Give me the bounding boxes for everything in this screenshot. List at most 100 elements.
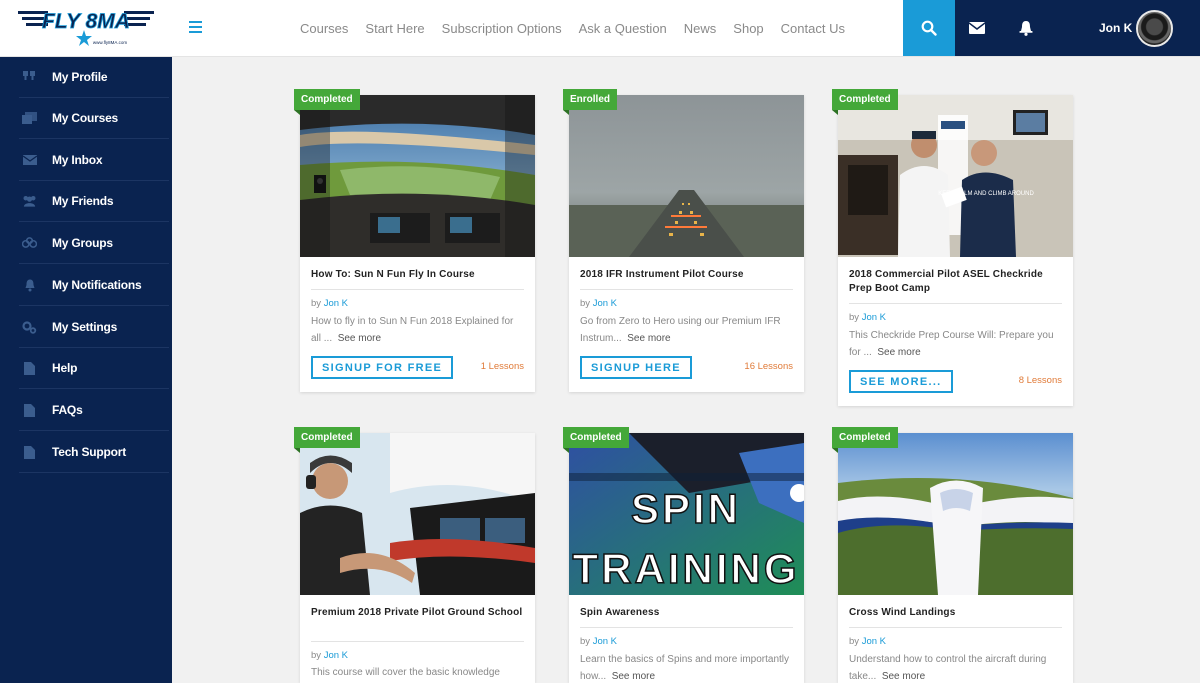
- sidebar-item-faqs[interactable]: FAQs: [19, 390, 169, 431]
- nav-courses[interactable]: Courses: [300, 21, 348, 36]
- nav-news[interactable]: News: [684, 21, 717, 36]
- sidebar-item-my-inbox[interactable]: My Inbox: [19, 140, 169, 181]
- nav-ask-a-question[interactable]: Ask a Question: [579, 21, 667, 36]
- courses-icon: [22, 111, 37, 126]
- course-author-line: by Jon K: [311, 650, 348, 661]
- see-more-button[interactable]: SEE MORE...: [849, 370, 953, 393]
- avatar[interactable]: [1136, 10, 1173, 47]
- see-more-link[interactable]: See more: [877, 347, 920, 358]
- sidebar-item-my-settings[interactable]: My Settings: [19, 307, 169, 348]
- top-header: FLY 8MA www.fly8MA.com Courses Start Her…: [0, 0, 1200, 57]
- course-thumbnail[interactable]: KEEP CALM AND CLIMB AROUND: [838, 95, 1073, 257]
- author-link[interactable]: Jon K: [593, 636, 617, 647]
- course-thumbnail[interactable]: [569, 95, 804, 257]
- sidebar-item-help[interactable]: Help: [19, 348, 169, 389]
- friends-icon: [22, 194, 37, 209]
- document-icon: [22, 403, 37, 418]
- sidebar: My Profile My Courses My Inbox My Friend…: [0, 57, 172, 683]
- status-badge: Enrolled: [563, 89, 618, 115]
- course-title[interactable]: How To: Sun N Fun Fly In Course: [311, 268, 524, 282]
- see-more-link[interactable]: See more: [627, 333, 670, 344]
- description-text: Go from Zero to Hero using our Premium I…: [580, 316, 781, 344]
- course-title[interactable]: 2018 IFR Instrument Pilot Course: [580, 268, 793, 282]
- course-thumbnail[interactable]: [300, 95, 535, 257]
- profile-icon: [22, 70, 37, 85]
- course-card: Completed Premium 2018 Private Pilot Gro…: [294, 427, 535, 683]
- course-card: Completed How To: Sun N Fun Fly In Cours…: [294, 89, 535, 392]
- author-link[interactable]: Jon K: [324, 650, 348, 661]
- sidebar-item-label: Help: [52, 361, 78, 375]
- course-description: This Checkride Prep Course Will: Prepare…: [849, 327, 1064, 361]
- author-link[interactable]: Jon K: [593, 298, 617, 309]
- site-logo[interactable]: FLY 8MA www.fly8MA.com: [18, 6, 154, 48]
- course-description: This course will cover the basic knowled…: [311, 667, 500, 678]
- sidebar-item-my-profile[interactable]: My Profile: [19, 57, 169, 98]
- description-text: Understand how to control the aircraft d…: [849, 654, 1047, 682]
- see-more-link[interactable]: See more: [882, 671, 925, 682]
- course-author-line: by Jon K: [311, 298, 348, 309]
- lesson-count: 16 Lessons: [744, 361, 793, 372]
- by-label: by: [849, 312, 860, 323]
- course-card: Enrolled 2018 IFR Instrument Pilot Cours…: [563, 89, 804, 392]
- sidebar-item-label: My Settings: [52, 320, 118, 334]
- nav-shop[interactable]: Shop: [733, 21, 763, 36]
- sidebar-item-my-groups[interactable]: My Groups: [19, 223, 169, 264]
- search-icon: [921, 20, 937, 36]
- course-author-line: by Jon K: [580, 636, 617, 647]
- sidebar-item-label: My Courses: [52, 111, 119, 125]
- search-button[interactable]: [903, 0, 955, 56]
- messages-button[interactable]: [965, 18, 989, 38]
- card-divider: [311, 641, 524, 642]
- bell-icon: [1019, 21, 1033, 36]
- author-link[interactable]: Jon K: [862, 312, 886, 323]
- menu-toggle-icon[interactable]: [189, 19, 205, 35]
- thumb-text-spin: SPIN: [631, 485, 741, 532]
- by-label: by: [311, 298, 322, 309]
- signup-button[interactable]: SIGNUP HERE: [580, 356, 692, 379]
- course-card: Completed KEEP CALM AND CLIMB AROUND 201…: [832, 89, 1073, 406]
- course-author-line: by Jon K: [849, 636, 886, 647]
- course-title[interactable]: Spin Awareness: [580, 606, 793, 620]
- sidebar-item-label: My Groups: [52, 236, 113, 250]
- signup-button[interactable]: SIGNUP FOR FREE: [311, 356, 454, 379]
- see-more-link[interactable]: See more: [338, 333, 381, 344]
- course-thumbnail[interactable]: [300, 433, 535, 595]
- sidebar-item-label: My Profile: [52, 70, 108, 84]
- sidebar-item-my-notifications[interactable]: My Notifications: [19, 265, 169, 306]
- sidebar-item-label: My Inbox: [52, 153, 103, 167]
- nav-subscription-options[interactable]: Subscription Options: [442, 21, 562, 36]
- nav-start-here[interactable]: Start Here: [365, 21, 424, 36]
- sidebar-item-my-friends[interactable]: My Friends: [19, 181, 169, 222]
- lesson-count: 1 Lessons: [480, 361, 524, 372]
- course-description: Learn the basics of Spins and more impor…: [580, 651, 795, 683]
- lesson-count: 8 Lessons: [1018, 375, 1062, 386]
- settings-icon: [22, 320, 37, 335]
- status-badge: Completed: [832, 89, 898, 115]
- sidebar-item-label: My Notifications: [52, 278, 142, 292]
- course-title[interactable]: Cross Wind Landings: [849, 606, 1062, 620]
- notifications-icon: [22, 278, 37, 293]
- course-thumbnail[interactable]: [838, 433, 1073, 595]
- course-title[interactable]: Premium 2018 Private Pilot Ground School: [311, 606, 524, 620]
- notifications-button[interactable]: [1015, 17, 1037, 39]
- course-description: How to fly in to Sun N Fun 2018 Explaine…: [311, 313, 526, 347]
- course-title[interactable]: 2018 Commercial Pilot ASEL Checkride Pre…: [849, 268, 1062, 296]
- course-card: Completed SPIN TRAINING Spin Awareness b…: [563, 427, 804, 683]
- author-link[interactable]: Jon K: [324, 298, 348, 309]
- author-link[interactable]: Jon K: [862, 636, 886, 647]
- card-divider: [580, 627, 793, 628]
- groups-icon: [22, 236, 37, 251]
- course-card: Completed Cross Wind Landings by Jon K U…: [832, 427, 1073, 683]
- sidebar-item-tech-support[interactable]: Tech Support: [19, 432, 169, 473]
- course-thumbnail[interactable]: SPIN TRAINING: [569, 433, 804, 595]
- user-name[interactable]: Jon K: [1099, 21, 1132, 35]
- sidebar-item-my-courses[interactable]: My Courses: [19, 98, 169, 139]
- inbox-icon: [22, 153, 37, 168]
- see-more-link[interactable]: See more: [612, 671, 655, 682]
- logo-subtext: www.fly8MA.com: [93, 40, 128, 45]
- sidebar-item-label: Tech Support: [52, 445, 127, 459]
- course-author-line: by Jon K: [580, 298, 617, 309]
- by-label: by: [849, 636, 860, 647]
- nav-contact-us[interactable]: Contact Us: [781, 21, 845, 36]
- sidebar-item-label: My Friends: [52, 194, 114, 208]
